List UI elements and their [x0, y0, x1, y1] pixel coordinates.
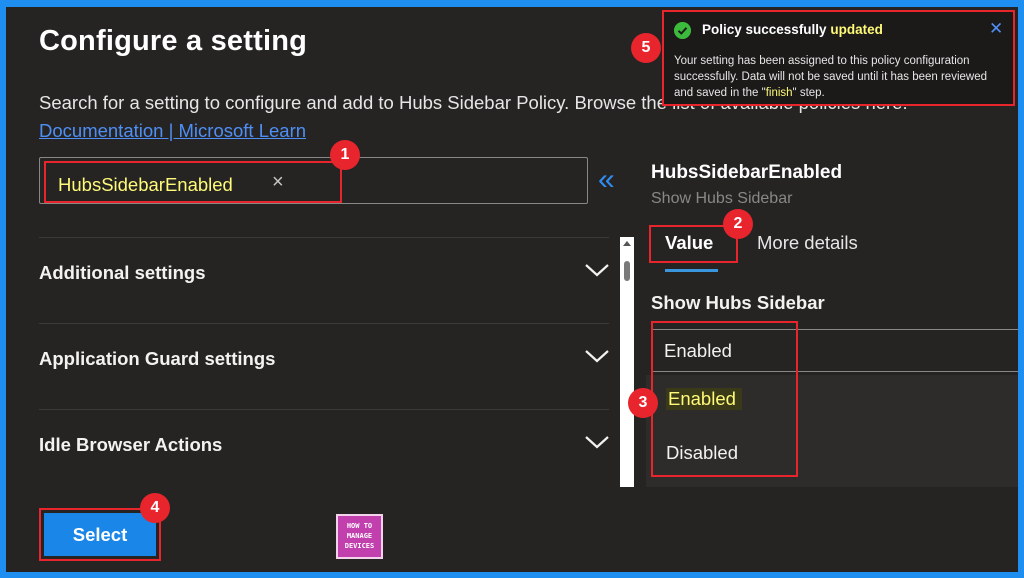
scroll-up-arrow-icon[interactable]: [623, 241, 631, 246]
category-idle-browser-actions[interactable]: Idle Browser Actions: [39, 409, 609, 495]
notification-title-highlight: updated: [830, 22, 883, 37]
select-button[interactable]: Select: [44, 513, 156, 556]
collapse-pane-icon[interactable]: «: [598, 165, 614, 195]
setting-name: HubsSidebarEnabled: [651, 162, 843, 183]
step-badge-4: 4: [140, 493, 170, 523]
step-badge-5: 5: [631, 33, 661, 63]
notification-body-text: Your setting has been assigned to this p…: [674, 55, 988, 99]
notification-title-prefix: Policy successfully: [702, 22, 827, 37]
configure-setting-panel: Configure a setting Search for a setting…: [6, 7, 1018, 572]
annotation-box-dropdown: [651, 321, 798, 477]
notification-body-text-end: " step.: [792, 87, 825, 99]
setting-search-input[interactable]: HubsSidebarEnabled ×: [39, 157, 588, 204]
search-chip-value: HubsSidebarEnabled: [58, 174, 233, 195]
category-label: Application Guard settings: [39, 348, 276, 369]
notification-body-highlight: finish: [765, 87, 793, 99]
scrollbar-thumb[interactable]: [624, 261, 630, 281]
active-tab-indicator: [665, 269, 718, 272]
category-additional-settings[interactable]: Additional settings: [39, 237, 609, 323]
category-label: Additional settings: [39, 262, 206, 283]
tab-more-details[interactable]: More details: [757, 232, 858, 254]
search-chip: HubsSidebarEnabled ×: [44, 161, 342, 203]
step-badge-2: 2: [723, 209, 753, 239]
step-badge-1: 1: [330, 140, 360, 170]
notification-body: Your setting has been assigned to this p…: [674, 53, 1009, 101]
scrollbar[interactable]: [620, 237, 634, 487]
logo-line: HOW TO: [346, 522, 373, 530]
tab-value[interactable]: Value: [665, 232, 713, 254]
close-icon[interactable]: ✕: [989, 19, 1003, 39]
chevron-down-icon: [585, 350, 609, 363]
logo-line: MANAGE: [346, 532, 373, 540]
logo-line: DEVICES: [344, 542, 375, 550]
chevron-down-icon: [585, 436, 609, 449]
success-check-icon: [674, 22, 691, 39]
setting-subtitle: Show Hubs Sidebar: [651, 190, 793, 207]
notification-title: Policy successfully updated: [702, 22, 883, 37]
clear-icon[interactable]: ×: [272, 171, 284, 194]
how-to-manage-devices-logo: HOW TO MANAGE DEVICES: [336, 514, 383, 559]
documentation-link[interactable]: Documentation | Microsoft Learn: [39, 120, 306, 142]
category-application-guard[interactable]: Application Guard settings: [39, 323, 609, 409]
step-badge-3: 3: [628, 388, 658, 418]
success-notification: Policy successfully updated ✕ Your setti…: [662, 10, 1015, 106]
page-title: Configure a setting: [39, 25, 308, 57]
field-label: Show Hubs Sidebar: [651, 292, 825, 313]
chevron-down-icon: [585, 264, 609, 277]
category-label: Idle Browser Actions: [39, 434, 223, 455]
